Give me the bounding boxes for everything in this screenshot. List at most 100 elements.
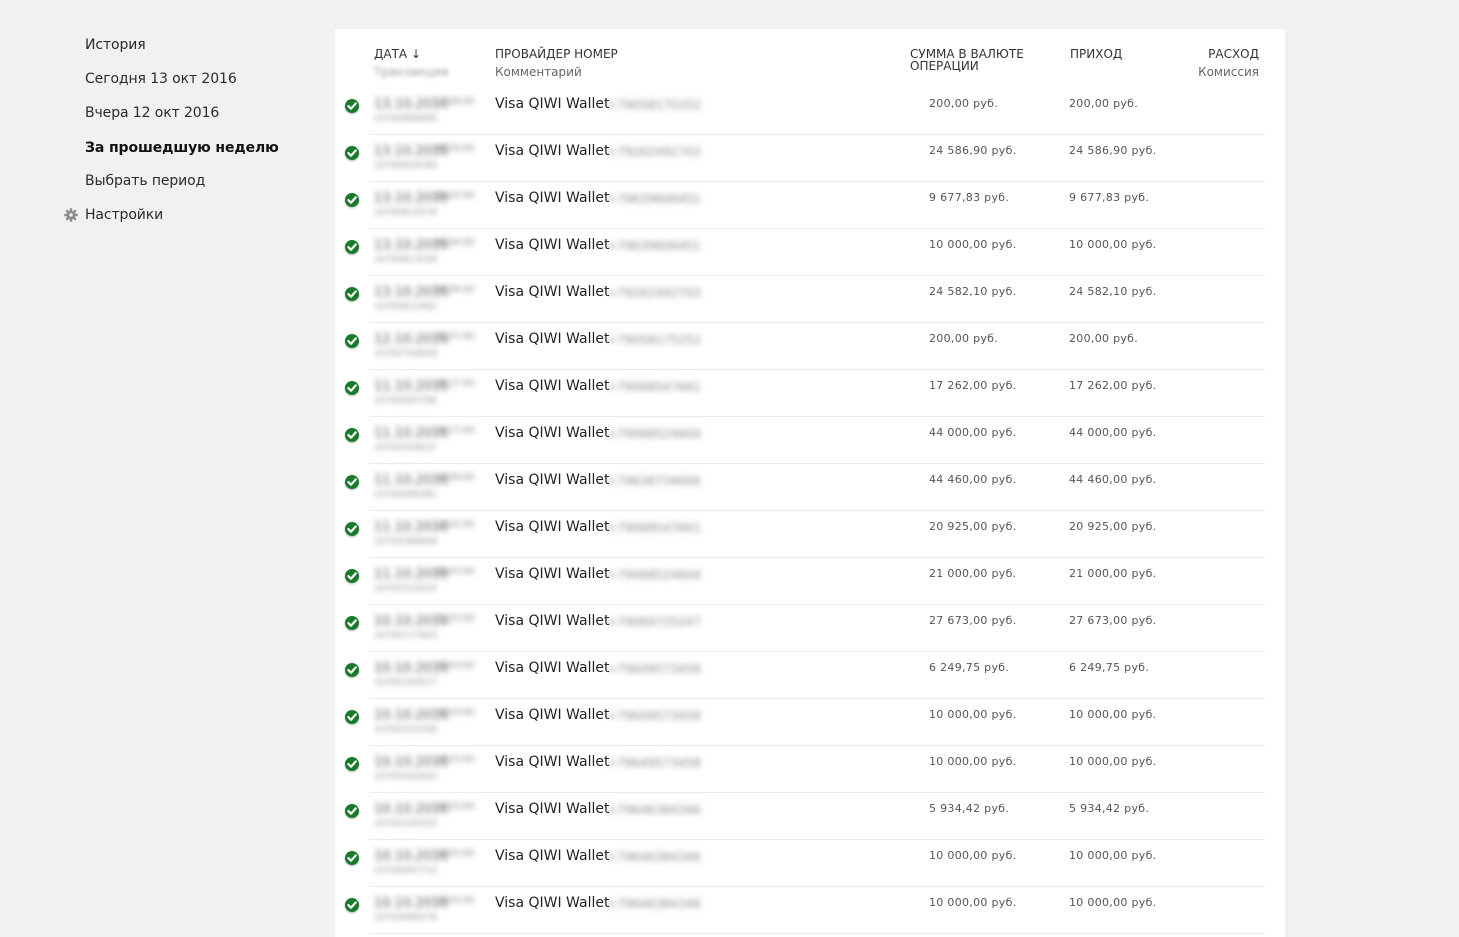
transaction-date: 13.10.2016 09:54:00 10700829789 xyxy=(374,142,494,174)
table-row[interactable]: 11.10.2016 09:03:00 10700319225 Visa QIWI W… xyxy=(335,558,1285,605)
table-row[interactable]: 10.10.2016 16:03:00 10700101038 Visa QIWI W… xyxy=(335,699,1285,746)
transaction-id: 10700884680 xyxy=(374,114,437,124)
income-amount: 9 677,83 руб. xyxy=(1069,191,1150,204)
sidebar-item-settings[interactable]: Настройки xyxy=(85,207,163,223)
check-circle-icon xyxy=(344,146,360,162)
income-amount: 200,00 руб. xyxy=(1069,332,1139,345)
account-number: +79638734606 xyxy=(607,474,702,488)
operation-amount: 5 934,42 руб. xyxy=(929,802,1010,815)
sidebar-item-last-week[interactable]: За прошедшую неделю xyxy=(85,140,279,156)
date-value: 11.10.2016 xyxy=(374,473,449,488)
table-row[interactable]: 12.10.2016 20:07:00 10700744628 Visa QIWI W… xyxy=(335,323,1285,370)
date-value: 10.10.2016 xyxy=(374,661,449,676)
income-amount: 10 000,00 руб. xyxy=(1069,896,1157,909)
table-row[interactable]: 10.10.2016 16:03:00 10700105677 Visa QIWI W… xyxy=(335,652,1285,699)
table-row[interactable]: 11.10.2016 16:09:00 10700486381 Visa QIWI W… xyxy=(335,464,1285,511)
table-row[interactable]: 10.10.2016 15:03:00 10700096276 Visa QIWI W… xyxy=(335,887,1285,934)
operation-amount: 44 000,00 руб. xyxy=(929,426,1017,439)
gear-icon[interactable] xyxy=(64,208,78,222)
date-value: 10.10.2016 xyxy=(374,755,449,770)
table-row[interactable]: 10.10.2016 15:03:00 10700100253 Visa QIWI W… xyxy=(335,793,1285,840)
time-value: 08:02:00 xyxy=(434,191,475,201)
operation-amount: 44 460,00 руб. xyxy=(929,473,1017,486)
table-row[interactable]: 13.10.2016 00:04:00 10700813228 Visa QIWI W… xyxy=(335,229,1285,276)
table-row[interactable]: 13.10.2016 09:54:00 10700829789 Visa QIWI W… xyxy=(335,135,1285,182)
income-amount: 21 000,00 руб. xyxy=(1069,567,1157,580)
column-header-income[interactable]: ПРИХОД xyxy=(1070,48,1122,60)
transaction-id: 10700486381 xyxy=(374,490,437,500)
transaction-date: 11.10.2016 16:09:00 10700486381 xyxy=(374,471,494,503)
operation-amount: 27 673,00 руб. xyxy=(929,614,1017,627)
account-number: +79649573458 xyxy=(607,709,702,723)
date-value: 13.10.2016 xyxy=(374,144,449,159)
provider-name: Visa QIWI Wallet xyxy=(495,331,610,347)
income-amount: 10 000,00 руб. xyxy=(1069,849,1157,862)
table-row[interactable]: 11.10.2016 20:17:00 10700583786 Visa QIWI W… xyxy=(335,370,1285,417)
provider-name: Visa QIWI Wallet xyxy=(495,801,610,817)
table-row[interactable]: 10.10.2016 21:03:00 10700177803 Visa QIWI W… xyxy=(335,605,1285,652)
operation-amount: 200,00 руб. xyxy=(929,332,999,345)
date-value: 11.10.2016 xyxy=(374,379,449,394)
provider-name: Visa QIWI Wallet xyxy=(495,143,610,159)
account-number: +79068524604 xyxy=(607,427,702,441)
check-circle-icon xyxy=(344,193,360,209)
sidebar-item-history[interactable]: История xyxy=(85,37,146,53)
column-header-expense[interactable]: РАСХОД xyxy=(1208,48,1259,60)
column-header-date[interactable]: ДАТА ↓ xyxy=(374,48,421,60)
account-number: +79646384346 xyxy=(607,897,702,911)
sidebar-item-yesterday[interactable]: Вчера 12 окт 2016 xyxy=(85,105,219,121)
check-circle-icon xyxy=(344,757,360,773)
date-value: 11.10.2016 xyxy=(374,567,449,582)
operation-amount: 24 586,90 руб. xyxy=(929,144,1017,157)
transaction-id: 10700829789 xyxy=(374,161,437,171)
provider-name: Visa QIWI Wallet xyxy=(495,613,610,629)
transaction-id: 10700177803 xyxy=(374,631,437,641)
transaction-id: 10700319225 xyxy=(374,584,437,594)
check-circle-icon xyxy=(344,898,360,914)
time-value: 20:17:00 xyxy=(434,379,475,389)
account-number: +79639606451 xyxy=(607,192,702,206)
time-value: 15:03:00 xyxy=(434,896,475,906)
column-header-provider[interactable]: ПРОВАЙДЕР НОМЕР xyxy=(495,48,618,60)
operation-amount: 10 000,00 руб. xyxy=(929,238,1017,251)
check-circle-icon xyxy=(344,334,360,350)
income-amount: 10 000,00 руб. xyxy=(1069,755,1157,768)
operation-amount: 21 000,00 руб. xyxy=(929,567,1017,580)
time-value: 12:02:00 xyxy=(434,520,475,530)
provider-name: Visa QIWI Wallet xyxy=(495,472,610,488)
provider-name: Visa QIWI Wallet xyxy=(495,96,610,112)
transaction-date: 11.10.2016 12:02:00 10700386848 xyxy=(374,518,494,550)
provider-name: Visa QIWI Wallet xyxy=(495,190,610,206)
table-row[interactable]: 13.10.2016 00:04:00 10700812462 Visa QIWI W… xyxy=(335,276,1285,323)
time-value: 15:03:00 xyxy=(434,755,475,765)
table-row[interactable]: 11.10.2016 12:02:00 10700386848 Visa QIWI W… xyxy=(335,511,1285,558)
income-amount: 44 460,00 руб. xyxy=(1069,473,1157,486)
provider-name: Visa QIWI Wallet xyxy=(495,848,610,864)
time-value: 21:03:00 xyxy=(434,614,475,624)
table-row[interactable]: 11.10.2016 18:17:00 10700558437 Visa QIWI W… xyxy=(335,417,1285,464)
table-row[interactable]: 10.10.2016 15:03:00 10700097712 Visa QIWI W… xyxy=(335,840,1285,887)
sidebar-item-choose-period[interactable]: Выбрать период xyxy=(85,173,205,189)
operation-amount: 200,00 руб. xyxy=(929,97,999,110)
sidebar: История Сегодня 13 окт 2016 Вчера 12 окт… xyxy=(0,0,335,937)
date-value: 13.10.2016 xyxy=(374,97,449,112)
table-row[interactable]: 10.10.2016 15:03:00 10700102643 Visa QIWI W… xyxy=(335,746,1285,793)
date-value: 13.10.2016 xyxy=(374,191,449,206)
transaction-id: 10700105677 xyxy=(374,678,437,688)
table-row[interactable]: 13.10.2016 08:02:00 10700814578 Visa QIWI W… xyxy=(335,182,1285,229)
income-amount: 24 586,90 руб. xyxy=(1069,144,1157,157)
income-amount: 10 000,00 руб. xyxy=(1069,238,1157,251)
check-circle-icon xyxy=(344,287,360,303)
row-divider xyxy=(369,933,1265,934)
transaction-id: 10700097712 xyxy=(374,866,437,876)
time-value: 00:04:00 xyxy=(434,285,475,295)
transactions-panel: ДАТА ↓ Транзакция ПРОВАЙДЕР НОМЕР Коммен… xyxy=(335,29,1285,937)
sidebar-item-today[interactable]: Сегодня 13 окт 2016 xyxy=(85,71,237,87)
time-value: 17:08:00 xyxy=(434,97,475,107)
transaction-date: 11.10.2016 20:17:00 10700583786 xyxy=(374,377,494,409)
transaction-date: 13.10.2016 00:04:00 10700813228 xyxy=(374,236,494,268)
table-row[interactable]: 13.10.2016 17:08:00 10700884680 Visa QIWI W… xyxy=(335,88,1285,135)
income-amount: 44 000,00 руб. xyxy=(1069,426,1157,439)
account-number: +79649573458 xyxy=(607,662,702,676)
time-value: 16:03:00 xyxy=(434,661,475,671)
